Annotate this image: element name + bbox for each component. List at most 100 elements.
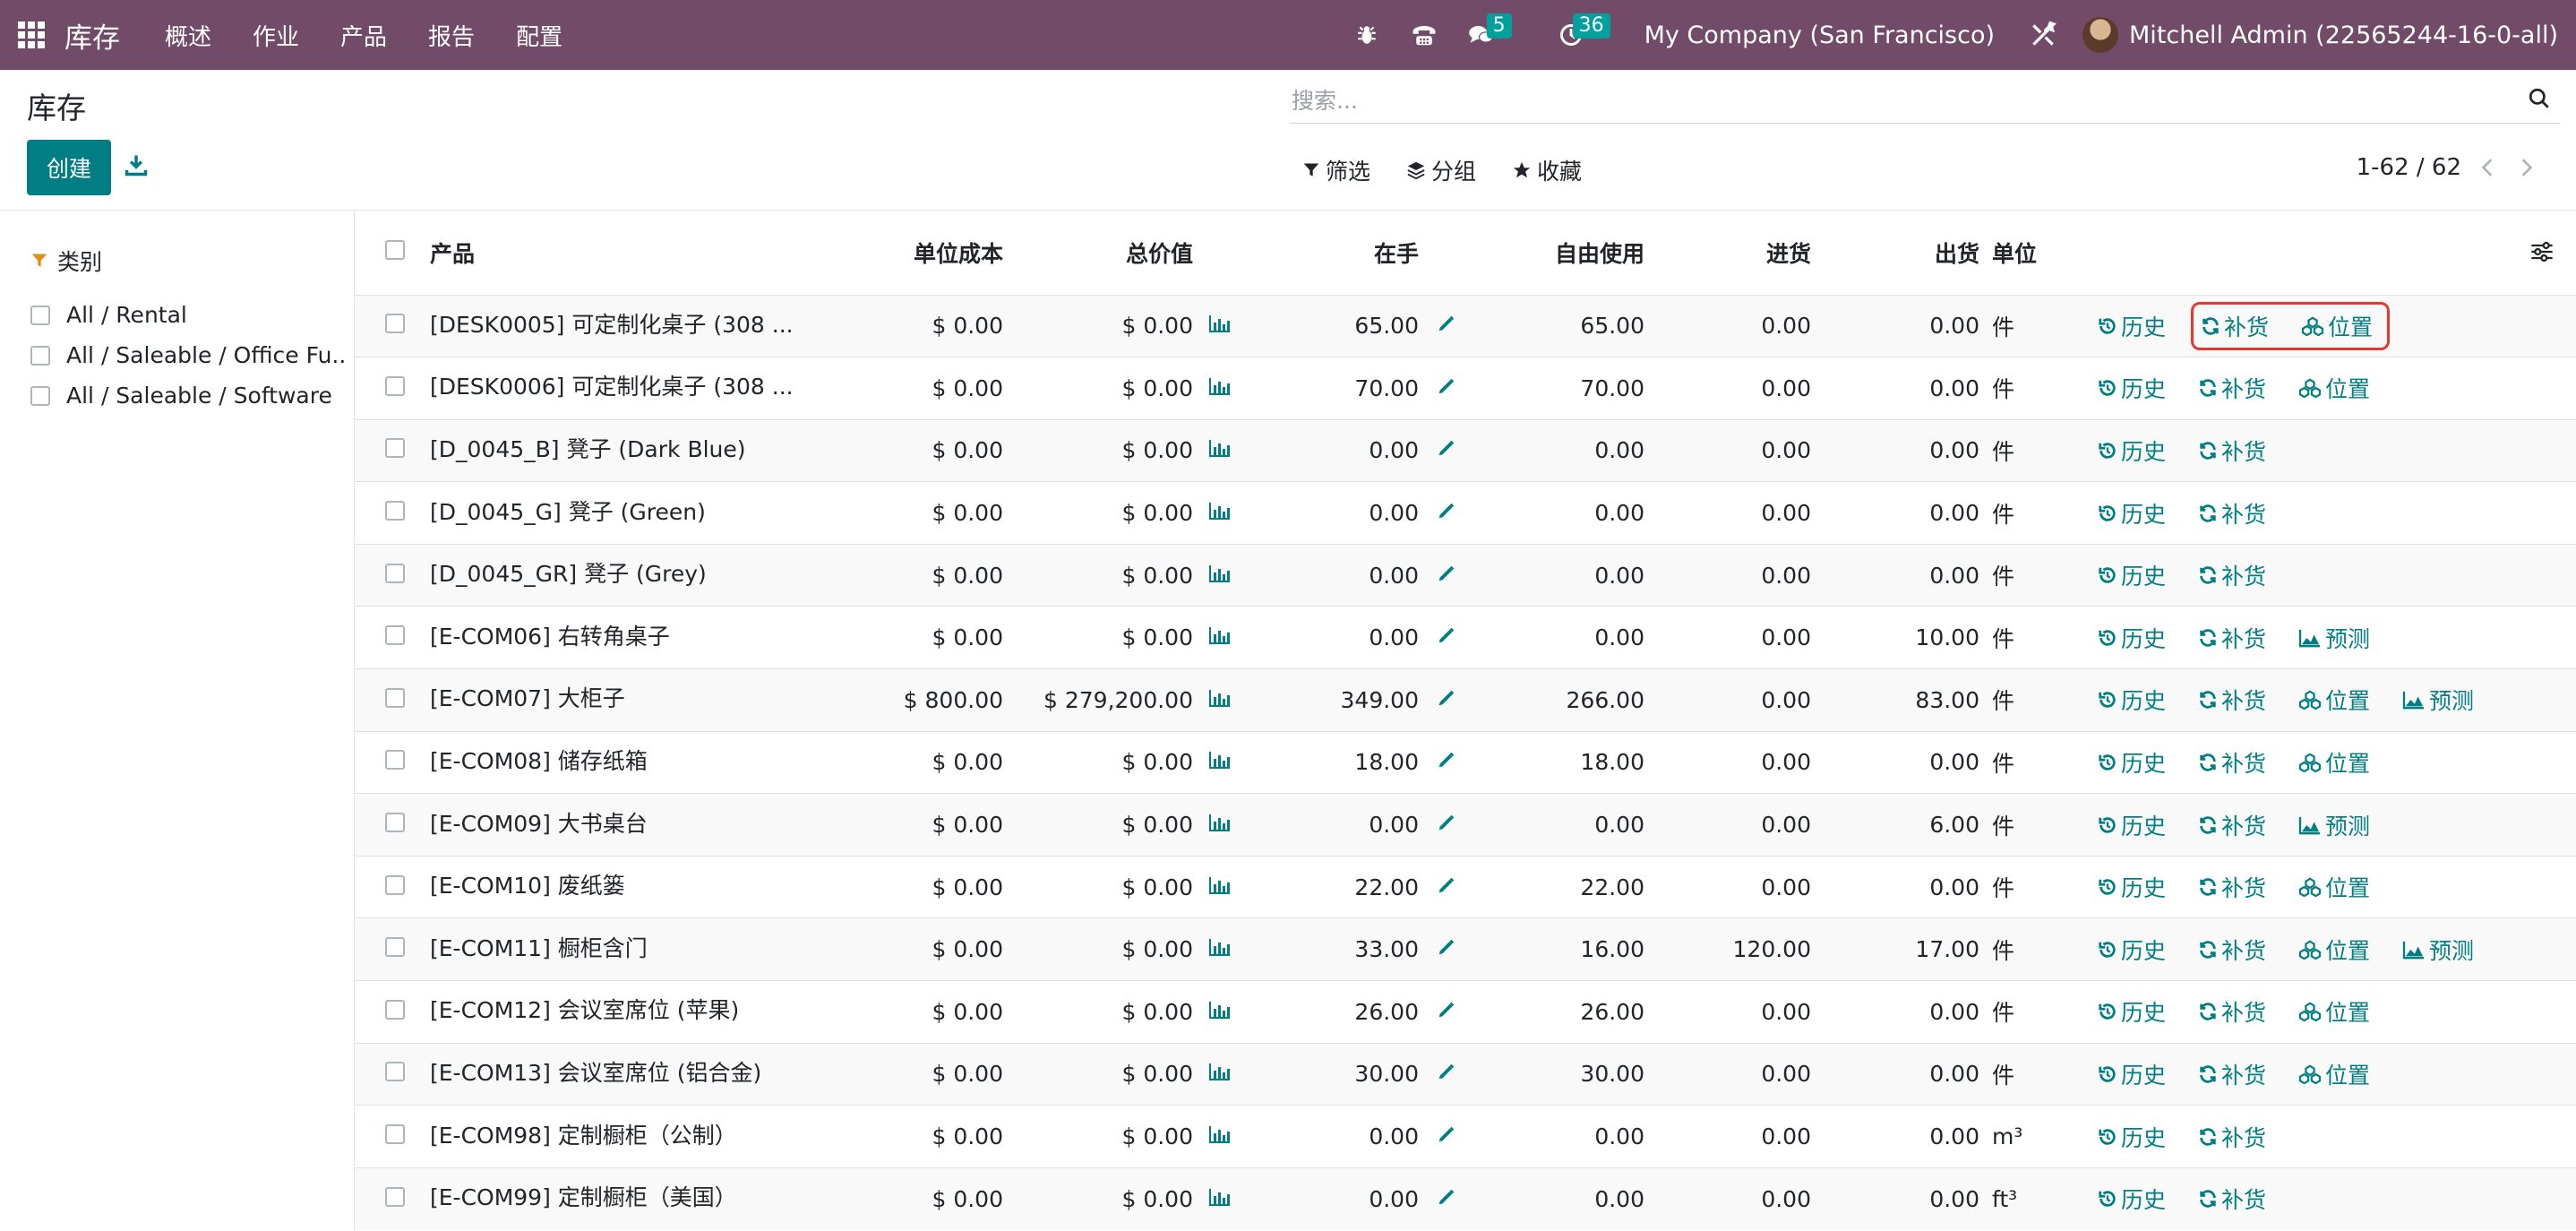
pencil-icon[interactable] <box>1419 1106 1474 1168</box>
product-name[interactable]: [E-COM11] 橱柜含门 <box>430 918 851 981</box>
forecast-button[interactable]: 预测 <box>2402 684 2474 716</box>
history-button[interactable]: 历史 <box>2098 995 2166 1028</box>
history-button[interactable]: 历史 <box>2098 559 2166 591</box>
history-button[interactable]: 历史 <box>2098 1058 2166 1090</box>
header-product[interactable]: 产品 <box>430 211 851 295</box>
optional-columns-icon[interactable] <box>2529 239 2556 266</box>
table-row[interactable]: [E-COM98] 定制橱柜（公制） $ 0.00 $ 0.00 0.00 0.… <box>355 1105 2576 1168</box>
row-checkbox[interactable] <box>385 563 405 583</box>
download-icon[interactable] <box>124 152 154 183</box>
history-button[interactable]: 历史 <box>2098 871 2166 903</box>
pencil-icon[interactable] <box>1419 419 1474 482</box>
bar-chart-icon[interactable] <box>1193 669 1247 732</box>
pencil-icon[interactable] <box>1419 981 1474 1044</box>
company-switcher[interactable]: My Company (San Francisco) <box>1644 22 1995 49</box>
header-outgoing[interactable]: 出货 <box>1811 211 1979 295</box>
row-checkbox[interactable] <box>385 750 405 770</box>
menu-reporting[interactable]: 报告 <box>428 19 475 52</box>
sidebar-item-rental[interactable]: All / Rental <box>30 295 344 335</box>
bar-chart-icon[interactable] <box>1193 731 1247 794</box>
bar-chart-icon[interactable] <box>1193 295 1247 357</box>
pencil-icon[interactable] <box>1419 731 1474 794</box>
product-name[interactable]: [E-COM12] 会议室席位 (苹果) <box>430 981 851 1044</box>
replenish-button[interactable]: 补货 <box>2198 809 2266 841</box>
pencil-icon[interactable] <box>1419 482 1474 545</box>
row-checkbox[interactable] <box>385 625 405 646</box>
bar-chart-icon[interactable] <box>1193 1106 1247 1168</box>
product-name[interactable]: [E-COM13] 会议室席位 (铝合金) <box>430 1043 851 1106</box>
row-checkbox[interactable] <box>385 1062 405 1082</box>
messages-icon[interactable]: 5 <box>1464 13 1512 53</box>
filter-button[interactable]: 筛选 <box>1302 154 1370 186</box>
header-free-qty[interactable]: 自由使用 <box>1474 211 1644 295</box>
replenish-button[interactable]: 补货 <box>2198 1058 2266 1090</box>
product-name[interactable]: [E-COM07] 大柜子 <box>430 669 851 732</box>
bar-chart-icon[interactable] <box>1193 918 1247 981</box>
row-checkbox[interactable] <box>385 501 405 521</box>
checkbox[interactable] <box>30 345 50 366</box>
checkbox[interactable] <box>30 305 50 325</box>
replenish-button[interactable]: 补货 <box>2198 559 2266 591</box>
activities-clock-icon[interactable]: 36 <box>1553 13 1610 53</box>
history-button[interactable]: 历史 <box>2098 372 2166 404</box>
product-name[interactable]: [D_0045_B] 凳子 (Dark Blue) <box>430 419 851 482</box>
pencil-icon[interactable] <box>1419 1043 1474 1106</box>
replenish-button[interactable]: 补货 <box>2198 995 2266 1028</box>
menu-operations[interactable]: 作业 <box>253 19 299 52</box>
replenish-button[interactable]: 补货 <box>2198 497 2266 529</box>
product-name[interactable]: [E-COM09] 大书桌台 <box>430 794 851 857</box>
favorites-button[interactable]: 收藏 <box>1512 154 1582 186</box>
product-name[interactable]: [E-COM10] 废纸篓 <box>430 856 851 918</box>
row-checkbox[interactable] <box>385 375 405 396</box>
history-button[interactable]: 历史 <box>2098 1183 2166 1215</box>
pencil-icon[interactable] <box>1419 607 1474 669</box>
replenish-button[interactable]: 补货 <box>2198 435 2266 467</box>
apps-menu-icon[interactable] <box>18 22 45 48</box>
phone-icon[interactable] <box>1406 17 1442 53</box>
row-checkbox[interactable] <box>385 1186 405 1207</box>
group-by-button[interactable]: 分组 <box>1406 154 1476 186</box>
history-button[interactable]: 历史 <box>2098 435 2166 467</box>
table-row[interactable]: [E-COM07] 大柜子 $ 800.00 $ 279,200.00 349.… <box>355 668 2576 732</box>
row-checkbox[interactable] <box>385 687 405 708</box>
locations-button[interactable]: 位置 <box>2298 746 2370 779</box>
app-brand[interactable]: 库存 <box>64 15 120 56</box>
bar-chart-icon[interactable] <box>1193 482 1247 545</box>
pencil-icon[interactable] <box>1419 669 1474 732</box>
replenish-button[interactable]: 补货 <box>2201 310 2269 342</box>
product-name[interactable]: [E-COM99] 定制橱柜（美国） <box>430 1167 851 1230</box>
history-button[interactable]: 历史 <box>2098 746 2166 779</box>
bar-chart-icon[interactable] <box>1193 856 1247 918</box>
pencil-icon[interactable] <box>1419 1167 1474 1230</box>
bar-chart-icon[interactable] <box>1193 794 1247 857</box>
product-name[interactable]: [E-COM06] 右转角桌子 <box>430 607 851 669</box>
pencil-icon[interactable] <box>1419 357 1474 420</box>
bar-chart-icon[interactable] <box>1193 607 1247 669</box>
menu-overview[interactable]: 概述 <box>165 19 211 52</box>
history-button[interactable]: 历史 <box>2098 684 2166 716</box>
pencil-icon[interactable] <box>1419 295 1474 357</box>
product-name[interactable]: [DESK0006] 可定制化桌子 (308 ... <box>430 357 851 420</box>
row-checkbox[interactable] <box>385 438 405 459</box>
history-button[interactable]: 历史 <box>2098 809 2166 841</box>
locations-button[interactable]: 位置 <box>2298 871 2370 903</box>
replenish-button[interactable]: 补货 <box>2198 1121 2266 1153</box>
table-row[interactable]: [E-COM13] 会议室席位 (铝合金) $ 0.00 $ 0.00 30.0… <box>355 1043 2576 1106</box>
row-checkbox[interactable] <box>385 937 405 958</box>
header-unit-cost[interactable]: 单位成本 <box>851 211 1007 295</box>
table-row[interactable]: [E-COM12] 会议室席位 (苹果) $ 0.00 $ 0.00 26.00… <box>355 980 2576 1044</box>
forecast-button[interactable]: 预测 <box>2402 934 2474 966</box>
locations-button[interactable]: 位置 <box>2298 934 2370 966</box>
row-checkbox[interactable] <box>385 813 405 833</box>
replenish-button[interactable]: 补货 <box>2198 1183 2266 1215</box>
user-menu[interactable]: Mitchell Admin (22565244-16-0-all) <box>2129 22 2558 49</box>
row-checkbox[interactable] <box>385 999 405 1020</box>
table-row[interactable]: [D_0045_G] 凳子 (Green) $ 0.00 $ 0.00 0.00… <box>355 481 2576 545</box>
table-row[interactable]: [D_0045_B] 凳子 (Dark Blue) $ 0.00 $ 0.00 … <box>355 419 2576 482</box>
locations-button[interactable]: 位置 <box>2298 995 2370 1028</box>
bar-chart-icon[interactable] <box>1193 544 1247 607</box>
user-avatar[interactable] <box>2082 17 2119 53</box>
table-row[interactable]: [D_0045_GR] 凳子 (Grey) $ 0.00 $ 0.00 0.00… <box>355 544 2576 607</box>
replenish-button[interactable]: 补货 <box>2198 746 2266 779</box>
bar-chart-icon[interactable] <box>1193 1167 1247 1230</box>
